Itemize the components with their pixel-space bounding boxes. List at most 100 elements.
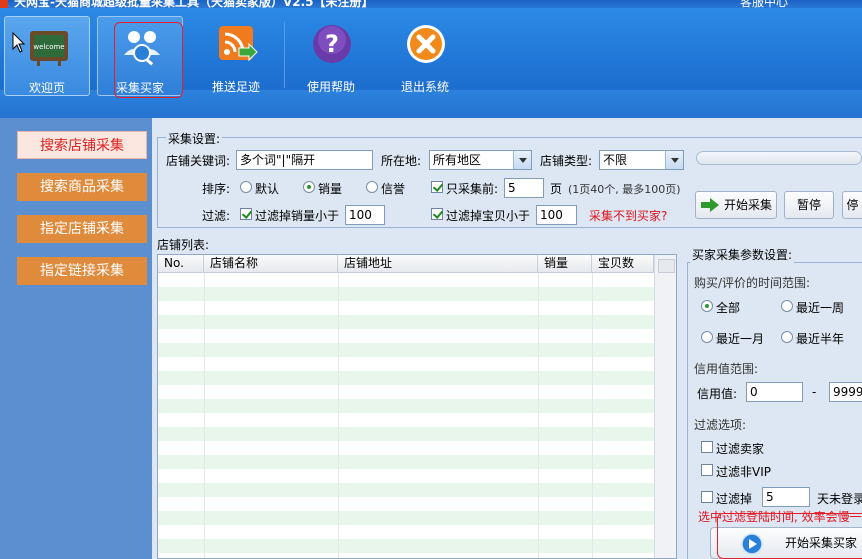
nav-search-product[interactable]: 搜索商品采集 xyxy=(17,173,147,201)
col-shop-name[interactable]: 店铺名称 xyxy=(204,255,338,273)
table-row[interactable] xyxy=(158,413,654,427)
sort-label: 排序: xyxy=(202,182,231,196)
col-no[interactable]: No. xyxy=(158,255,204,273)
filter-sales-checkbox[interactable] xyxy=(240,208,252,220)
time-week-radio[interactable] xyxy=(781,300,793,312)
table-row[interactable] xyxy=(158,427,654,441)
svg-text:?: ? xyxy=(325,30,339,58)
push-footprint-label: 推送足迹 xyxy=(211,80,260,94)
buyer-params-legend: 买家采集参数设置: xyxy=(690,246,795,263)
toolbar: welcome 欢迎页 采集买家 推送足迹 ? 使用帮助 退出系统 xyxy=(0,8,862,118)
table-row[interactable] xyxy=(158,343,654,357)
help-button[interactable]: ? 使用帮助 xyxy=(288,16,374,96)
main-panel: 采集设置: 店铺关键词: 多个词"|"隔开 所在地: 所有地区 店铺类型: 不限… xyxy=(152,118,862,559)
filter-items-label: 过滤掉宝贝小于 xyxy=(446,209,531,223)
filter-non-vip-label: 过滤非VIP xyxy=(716,465,771,479)
nav-specified-shop[interactable]: 指定店铺采集 xyxy=(17,215,147,243)
progress-bar xyxy=(696,151,862,165)
table-row[interactable] xyxy=(158,399,654,413)
table-row[interactable] xyxy=(158,371,654,385)
table-row[interactable] xyxy=(158,469,654,483)
start-collect-button[interactable]: 开始采集 xyxy=(695,191,777,219)
shop-list-label: 店铺列表: xyxy=(157,238,210,252)
only-before-input[interactable]: 5 xyxy=(504,178,544,198)
sort-credit-label: 信誉 xyxy=(381,182,406,196)
table-row[interactable] xyxy=(158,497,654,511)
welcome-label: 欢迎页 xyxy=(28,81,65,95)
filter-seller-checkbox[interactable] xyxy=(701,441,713,453)
table-row[interactable] xyxy=(158,539,654,553)
sort-credit-radio[interactable] xyxy=(366,181,378,193)
filter-sales-input[interactable]: 100 xyxy=(345,205,385,225)
filter-offline-checkbox[interactable] xyxy=(701,491,713,503)
table-row[interactable] xyxy=(158,315,654,329)
nav-search-shop[interactable]: 搜索店铺采集 xyxy=(17,131,147,159)
only-before-checkbox[interactable] xyxy=(431,181,443,193)
col-shop-address[interactable]: 店铺地址 xyxy=(338,255,538,273)
welcome-button[interactable]: welcome 欢迎页 xyxy=(4,16,90,96)
sort-sales-radio[interactable] xyxy=(303,181,315,193)
table-row[interactable] xyxy=(158,511,654,525)
page-hint: (1页40个, 最多100页) xyxy=(568,183,681,196)
table-scrollbar[interactable] xyxy=(654,255,676,558)
nav-specified-link[interactable]: 指定链接采集 xyxy=(17,257,147,285)
pause-button[interactable]: 暂停 xyxy=(784,191,834,219)
table-row[interactable] xyxy=(158,301,654,315)
rss-arrow-icon xyxy=(219,26,258,62)
stop-button[interactable]: 停 xyxy=(842,191,862,219)
col-item-count[interactable]: 宝贝数 xyxy=(592,255,654,273)
title-right-text[interactable]: 客服中心 xyxy=(740,0,788,8)
table-row[interactable] xyxy=(158,329,654,343)
exit-button[interactable]: 退出系统 xyxy=(382,16,468,96)
credit-max-input[interactable]: 99999 xyxy=(829,382,862,402)
filter-label: 过滤: xyxy=(202,209,231,223)
settings-legend: 采集设置: xyxy=(166,130,223,147)
window-title: 天网宝-天猫商城超级批量采集工具（天猫卖家版）V2.5【未注册】 xyxy=(14,0,374,8)
buyer-search-icon xyxy=(124,31,160,66)
location-select[interactable]: 所有地区 xyxy=(429,150,532,170)
credit-min-input[interactable]: 0 xyxy=(746,382,803,402)
keyword-input[interactable]: 多个词"|"隔开 xyxy=(236,150,373,170)
table-row[interactable] xyxy=(158,385,654,399)
filter-items-input[interactable]: 100 xyxy=(536,205,577,225)
shop-type-select[interactable]: 不限 xyxy=(599,150,684,170)
chevron-down-icon xyxy=(665,151,683,169)
push-footprint-button[interactable]: 推送足迹 xyxy=(193,16,279,96)
credit-label: 信用值: xyxy=(697,387,738,401)
table-row[interactable] xyxy=(158,525,654,539)
table-row[interactable] xyxy=(158,483,654,497)
no-buyer-link[interactable]: 采集不到买家? xyxy=(589,207,667,224)
table-row[interactable] xyxy=(158,441,654,455)
help-question-icon: ? xyxy=(313,25,351,63)
time-halfyear-radio[interactable] xyxy=(781,331,793,343)
collect-buyers-button[interactable]: 采集买家 xyxy=(97,16,183,96)
keyword-label: 店铺关键词: xyxy=(166,154,231,168)
exit-x-icon xyxy=(407,25,445,63)
filter-non-vip-checkbox[interactable] xyxy=(701,464,713,476)
time-range-label: 购买/评价的时间范围: xyxy=(694,276,811,290)
table-row[interactable] xyxy=(158,287,654,301)
shop-table[interactable]: No. 店铺名称 店铺地址 销量 宝贝数 xyxy=(157,254,677,559)
table-row[interactable] xyxy=(158,455,654,469)
exit-label: 退出系统 xyxy=(400,80,449,94)
col-sales[interactable]: 销量 xyxy=(538,255,592,273)
time-month-radio[interactable] xyxy=(701,331,713,343)
time-all-radio[interactable] xyxy=(701,300,713,312)
mouse-cursor-icon xyxy=(12,32,26,53)
table-row[interactable] xyxy=(158,357,654,371)
page-unit: 页 xyxy=(550,182,563,196)
scroll-up-button[interactable] xyxy=(658,259,675,273)
play-icon xyxy=(741,533,763,555)
shop-type-label: 店铺类型: xyxy=(540,154,593,168)
table-row[interactable] xyxy=(158,273,654,287)
start-collect-buyers-button[interactable]: 开始采集买家 xyxy=(710,527,862,559)
left-nav: 搜索店铺采集 搜索商品采集 指定店铺采集 指定链接采集 xyxy=(0,118,152,559)
time-week-label: 最近一周 xyxy=(796,301,845,315)
toolbar-separator xyxy=(284,22,285,88)
table-row[interactable] xyxy=(158,553,654,558)
filter-items-checkbox[interactable] xyxy=(431,208,443,220)
time-halfyear-label: 最近半年 xyxy=(796,332,845,346)
filter-offline-days-input[interactable]: 5 xyxy=(762,487,810,507)
title-bar: 天网宝-天猫商城超级批量采集工具（天猫卖家版）V2.5【未注册】 客服中心 xyxy=(0,0,862,8)
sort-default-radio[interactable] xyxy=(240,181,252,193)
